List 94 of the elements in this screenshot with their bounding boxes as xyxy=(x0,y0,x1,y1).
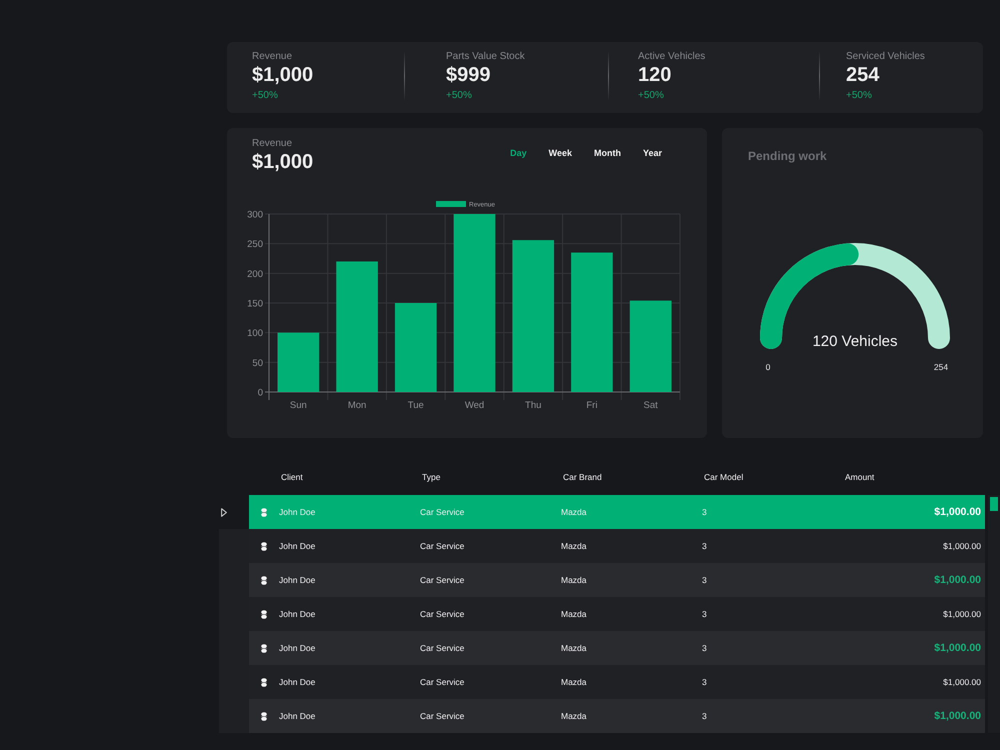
table-row[interactable]: John Doe Car Service Mazda 3 $1,000.00 xyxy=(249,529,985,563)
table-cell-text: Mazda xyxy=(561,608,588,620)
table-cell-text: Car Service xyxy=(420,676,466,688)
legend-swatch-icon xyxy=(436,201,466,207)
row-pointer-icon xyxy=(221,508,227,516)
table-cell-text: John Doe xyxy=(279,676,316,688)
column-header[interactable]: Car Brand xyxy=(561,472,702,483)
coin-stack-icon xyxy=(261,508,267,516)
chart-label: Revenue xyxy=(252,138,294,150)
stat-change: +50% xyxy=(446,90,473,102)
y-axis-label: 100 xyxy=(247,328,263,340)
coin-stack-icon xyxy=(261,712,267,720)
period-tab[interactable]: Year xyxy=(638,146,667,161)
stat-value: 254 xyxy=(846,63,880,87)
table-row[interactable]: John Doe Car Service Mazda 3 $1,000.00 xyxy=(249,631,985,665)
y-axis-label: 300 xyxy=(247,210,263,220)
amount-cell-text: $1,000.00 xyxy=(933,642,982,654)
table-cell-text: Car Service xyxy=(420,608,466,620)
column-header[interactable]: Type xyxy=(420,472,561,483)
stat-value: $999 xyxy=(446,63,492,87)
table-row[interactable]: John Doe Car Service Mazda 3 $1,000.00 xyxy=(249,665,985,699)
scrollbar-track[interactable] xyxy=(988,495,1000,733)
table-cell-text: John Doe xyxy=(279,642,316,654)
table-row[interactable]: John Doe Car Service Mazda 3 $1,000.00 xyxy=(249,699,985,733)
coin-stack-icon xyxy=(261,610,267,618)
table-row[interactable]: John Doe Car Service Mazda 3 $1,000.00 xyxy=(249,563,985,597)
chart-bar xyxy=(278,332,320,392)
table-cell-text: 3 xyxy=(702,710,708,722)
stat-change: +50% xyxy=(638,90,665,102)
stat-label: Parts Value Stock xyxy=(446,51,526,63)
table-cell-text: John Doe xyxy=(279,506,316,518)
stat-value: $1,000 xyxy=(252,63,314,87)
table-cell-text: 3 xyxy=(702,642,708,654)
column-header[interactable]: Car Model xyxy=(702,472,843,483)
amount-cell-text: $1,000.00 xyxy=(942,608,982,620)
y-axis-label: 250 xyxy=(247,239,263,250)
table-cell-text: Car Service xyxy=(420,506,466,518)
period-tab[interactable]: Month xyxy=(588,146,626,161)
stat-label: Revenue xyxy=(252,51,294,63)
table-cell-text: 3 xyxy=(702,506,708,518)
y-axis-label: 150 xyxy=(247,298,263,310)
table-cell-text: Car Service xyxy=(420,710,466,722)
chart-total: $1,000 xyxy=(252,150,314,174)
column-header[interactable]: Client xyxy=(279,472,420,483)
table-cell-text: John Doe xyxy=(279,540,316,552)
amount-cell-text: $1,000.00 xyxy=(942,540,982,552)
y-axis-label: 0 xyxy=(258,388,263,398)
x-axis-label: Wed xyxy=(464,400,484,411)
table-cell-text: Mazda xyxy=(561,676,588,688)
table-cell-text: 3 xyxy=(702,676,708,688)
table-cell-text: Car Service xyxy=(420,642,466,654)
stat-value: 120 xyxy=(638,63,672,87)
coin-stack-icon xyxy=(261,576,267,584)
stat-label: Active Vehicles xyxy=(638,51,706,63)
coin-stack-icon xyxy=(261,542,267,550)
coin-stack-icon xyxy=(261,644,267,652)
amount-cell-text: $1,000.00 xyxy=(933,710,982,722)
x-axis-label: Fri xyxy=(586,400,598,411)
x-axis-label: Mon xyxy=(348,400,366,411)
card-title: Pending work xyxy=(747,148,828,164)
column-header[interactable]: Amount xyxy=(843,472,984,483)
stat-label: Serviced Vehicles xyxy=(846,51,925,63)
coin-stack-icon xyxy=(261,678,267,686)
table-cell-text: 3 xyxy=(702,608,708,620)
table-cell-text: John Doe xyxy=(279,574,316,586)
table-cell-text: Mazda xyxy=(561,710,588,722)
stat-change: +50% xyxy=(252,90,279,102)
y-axis-label: 200 xyxy=(247,268,263,280)
amount-cell-text: $1,000.00 xyxy=(933,574,982,586)
table-cell-text: John Doe xyxy=(279,710,316,722)
amount-cell-text: $1,000.00 xyxy=(942,676,982,688)
table-cell-text: Mazda xyxy=(561,574,588,586)
y-axis-label: 50 xyxy=(252,358,263,369)
table-cell-text: John Doe xyxy=(279,608,316,620)
period-tab[interactable]: Day xyxy=(505,146,532,161)
table-cell-text: 3 xyxy=(702,574,708,586)
gauge-min-label: 0 xyxy=(766,362,770,372)
table-cell-text: Mazda xyxy=(561,540,588,552)
table-cell-text: Car Service xyxy=(420,574,466,586)
amount-cell-text: $1,000.00 xyxy=(933,506,982,518)
table-cell-text: 3 xyxy=(702,540,708,552)
stat-change: +50% xyxy=(846,90,873,102)
table-row[interactable]: John Doe Car Service Mazda 3 $1,000.00 xyxy=(249,597,985,631)
table-cell-text: Mazda xyxy=(561,506,588,518)
x-axis-label: Tue xyxy=(408,400,424,411)
gauge-max-label: 254 xyxy=(934,362,948,372)
table-cell-text: Mazda xyxy=(561,642,588,654)
x-axis-label: Sun xyxy=(290,400,307,411)
scrollbar-thumb[interactable] xyxy=(990,497,998,511)
table-cell-text: Car Service xyxy=(420,540,466,552)
period-tab[interactable]: Week xyxy=(544,146,577,161)
x-axis-label: Sat xyxy=(644,400,658,411)
x-axis-label: Thu xyxy=(525,400,542,411)
gauge-value: 120 Vehicles xyxy=(812,333,898,350)
